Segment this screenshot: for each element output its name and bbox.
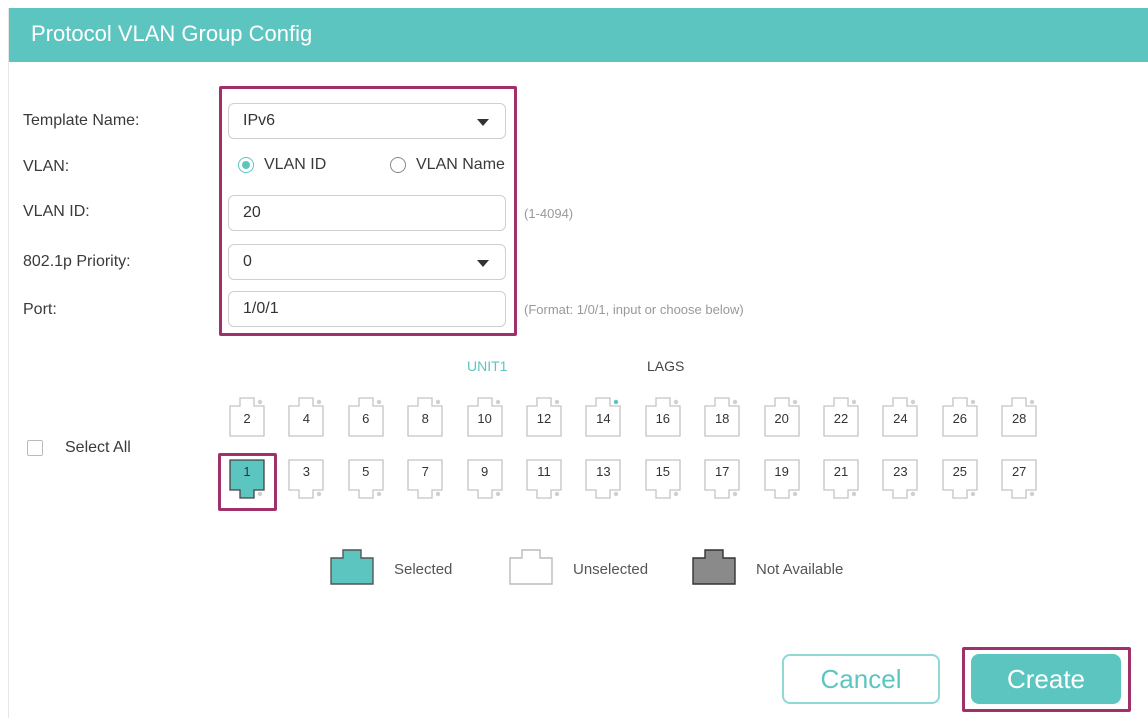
legend-not-available: Not Available	[756, 561, 844, 578]
port-25[interactable]: 25	[942, 459, 978, 499]
vlan-label: VLAN:	[23, 158, 70, 175]
port-number: 15	[655, 464, 671, 479]
port-number: 9	[480, 464, 489, 479]
unselected-legend-icon	[509, 549, 553, 585]
port-number: 24	[893, 411, 908, 426]
port-22[interactable]: 22	[823, 397, 859, 437]
port-number: 23	[893, 464, 908, 479]
port-19[interactable]: 19	[763, 459, 800, 499]
port-number: 17	[714, 464, 730, 479]
template-name-label: Template Name:	[23, 112, 140, 129]
port-3[interactable]: 3	[288, 459, 325, 499]
tab-unit1[interactable]: UNIT1	[467, 358, 507, 374]
port-number: 7	[421, 464, 429, 479]
port-6[interactable]: 6	[348, 397, 384, 437]
port-number: 25	[952, 464, 968, 479]
create-button-highlight	[962, 647, 1131, 712]
port-20[interactable]: 20	[763, 397, 800, 437]
port-9[interactable]: 9	[466, 459, 503, 499]
port-23[interactable]: 23	[882, 459, 919, 499]
port-number: 4	[302, 411, 310, 426]
port-number: 28	[1011, 411, 1027, 426]
port-14[interactable]: 14	[585, 397, 622, 437]
port-format-hint: (Format: 1/0/1, input or choose below)	[524, 302, 744, 317]
port-number: 10	[477, 411, 492, 426]
port-24[interactable]: 24	[882, 397, 919, 437]
title-bar: Protocol VLAN Group Config	[9, 8, 1148, 62]
port-number: 8	[421, 411, 429, 426]
port-12[interactable]: 12	[526, 397, 562, 437]
vlan-id-hint: (1-4094)	[524, 206, 574, 221]
port-number: 19	[774, 464, 789, 479]
not-available-legend-icon	[692, 549, 736, 585]
port-number: 22	[833, 411, 849, 426]
port-number: 3	[302, 464, 310, 479]
port-8[interactable]: 8	[407, 397, 443, 437]
port-number: 5	[362, 464, 370, 479]
vlan-id-label: VLAN ID:	[23, 203, 90, 220]
legend-unselected: Unselected	[573, 561, 649, 578]
port-28[interactable]: 28	[1001, 397, 1037, 437]
port-26[interactable]: 26	[942, 397, 978, 437]
port-number: 16	[655, 411, 671, 426]
port-4[interactable]: 4	[288, 397, 325, 437]
select-all-checkbox[interactable]	[27, 440, 43, 456]
port-number: 12	[536, 411, 552, 426]
port-number: 2	[243, 411, 251, 426]
port-2[interactable]: 2	[229, 397, 265, 437]
port-10[interactable]: 10	[466, 397, 503, 437]
selected-legend-icon	[330, 549, 374, 585]
port-15[interactable]: 15	[645, 459, 681, 499]
tab-lags[interactable]: LAGS	[647, 358, 684, 374]
port-number: 21	[833, 464, 849, 479]
port-number: 14	[596, 411, 611, 426]
port-label: Port:	[23, 301, 57, 318]
port-16[interactable]: 16	[645, 397, 681, 437]
cancel-button[interactable]: Cancel	[782, 654, 940, 704]
legend-selected: Selected	[394, 561, 453, 578]
port-27[interactable]: 27	[1001, 459, 1037, 499]
port-number: 27	[1011, 464, 1027, 479]
protocol-vlan-group-dialog: Protocol VLAN Group Config	[8, 8, 1148, 718]
selected-port-highlight	[218, 453, 277, 511]
port-number: 11	[537, 464, 551, 479]
port-18[interactable]: 18	[704, 397, 740, 437]
port-number: 20	[774, 411, 789, 426]
port-number: 6	[362, 411, 370, 426]
port-number: 13	[596, 464, 611, 479]
priority-label: 802.1p Priority:	[23, 253, 131, 270]
dialog-title: Protocol VLAN Group Config	[31, 21, 313, 46]
port-21[interactable]: 21	[823, 459, 859, 499]
form-highlight-box	[219, 86, 517, 336]
port-7[interactable]: 7	[407, 459, 443, 499]
port-11[interactable]: 11	[526, 459, 562, 499]
select-all-label: Select All	[65, 439, 131, 456]
port-17[interactable]: 17	[704, 459, 740, 499]
port-13[interactable]: 13	[585, 459, 622, 499]
port-number: 26	[952, 411, 968, 426]
port-5[interactable]: 5	[348, 459, 384, 499]
port-number: 18	[714, 411, 730, 426]
